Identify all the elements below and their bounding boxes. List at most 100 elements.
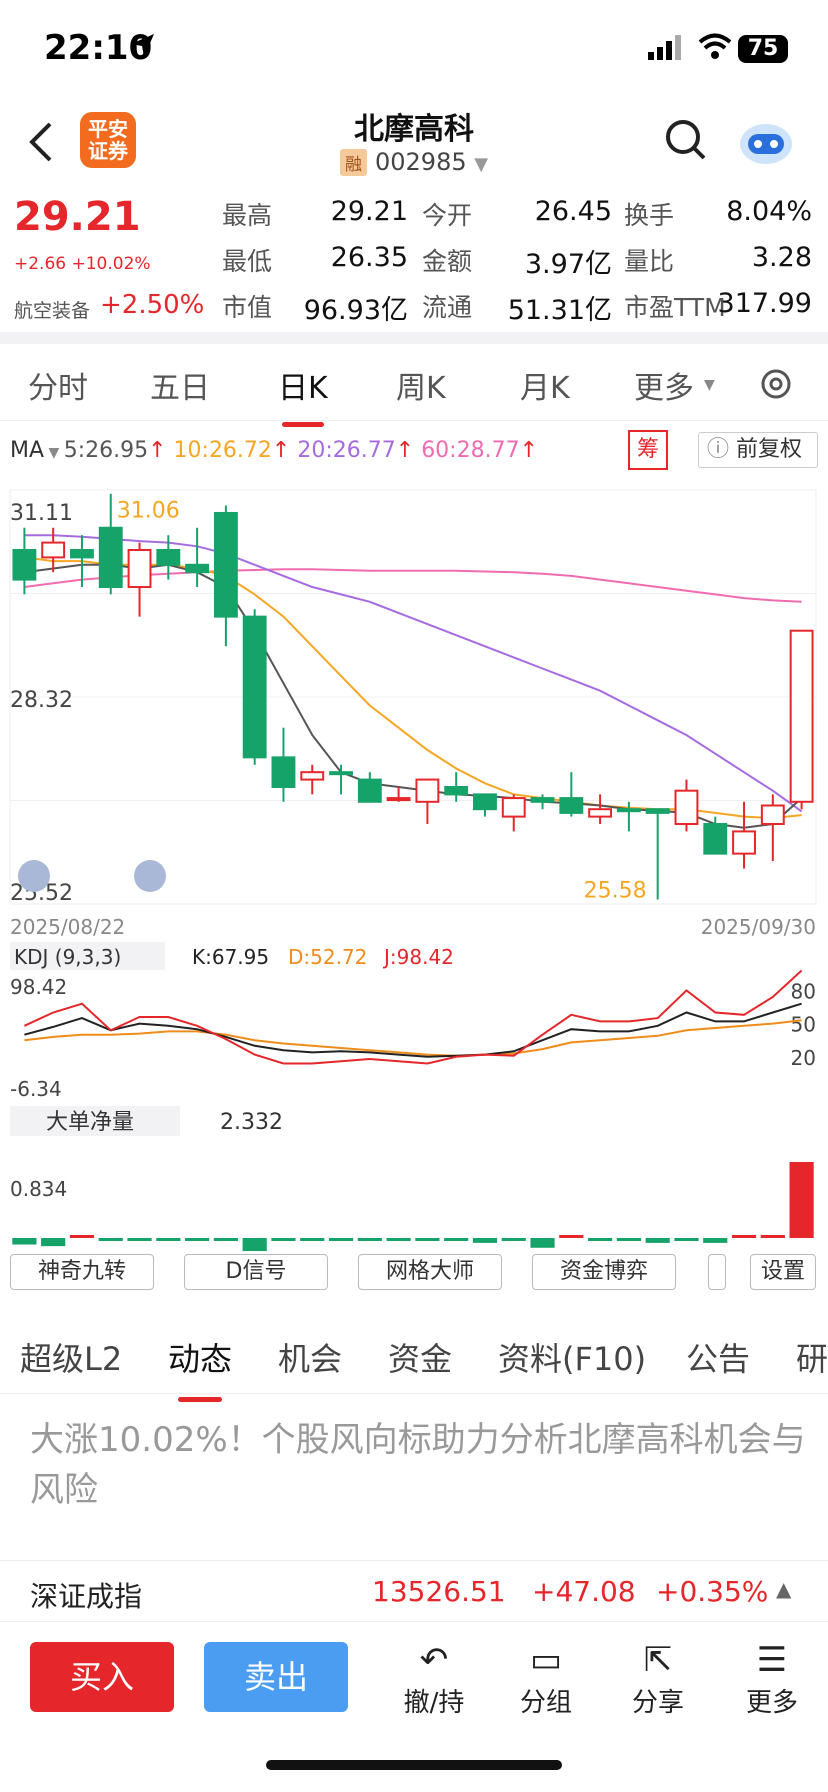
quote-value-7: 51.31亿 [507, 295, 612, 326]
quote-panel: 29.21 +2.66 +10.02% 航空装备 +2.50% 最高 29.21 今… [0, 184, 828, 332]
ma-selector[interactable]: MA [10, 438, 44, 463]
flow-bar [271, 1238, 296, 1241]
tool-button-partial[interactable] [708, 1254, 726, 1290]
stock-code-selector[interactable]: 融 002985 ▼ [340, 148, 488, 176]
flow-bar [386, 1238, 411, 1241]
wifi-icon [698, 33, 732, 59]
sell-button[interactable]: 卖出 [204, 1642, 348, 1712]
tool-button-1[interactable]: D信号 [184, 1254, 328, 1290]
index-name: 深证成指 [30, 1580, 143, 1613]
flow-bar [501, 1238, 526, 1241]
kdj-d: D:52.72 [288, 945, 367, 969]
kdj-20: 20 [791, 1046, 816, 1070]
period-tab-5[interactable]: 更多 [634, 363, 694, 407]
undo-icon: ↶ [419, 1640, 449, 1680]
flow-bar [616, 1238, 641, 1241]
robot-assistant-icon[interactable] [736, 114, 796, 168]
candle [645, 808, 670, 814]
content-tab-5[interactable]: 公告 [686, 1334, 750, 1380]
index-ticker[interactable]: 深证成指 13526.51 +47.08 +0.35% ▲ [0, 1560, 828, 1622]
home-indicator [266, 1760, 562, 1770]
quote-value-4: 3.97亿 [524, 249, 612, 280]
period-tab-4[interactable]: 月K [520, 363, 570, 407]
more-label: 更多 [745, 1688, 798, 1718]
candle [41, 541, 66, 559]
flow-bar [731, 1235, 757, 1238]
candle [127, 548, 152, 589]
period-tab-1[interactable]: 五日 [150, 363, 210, 407]
flow-bar [472, 1238, 498, 1243]
adjust-mode-button[interactable]: ⓘ 前复权 [698, 432, 818, 468]
end-date: 2025/09/30 [701, 915, 816, 939]
kdj-80: 80 [791, 979, 816, 1003]
flow-bar [213, 1238, 238, 1241]
content-tab-4[interactable]: 资料(F10) [498, 1334, 646, 1380]
tool-button-2[interactable]: 网格大师 [358, 1254, 502, 1290]
kdj-50: 50 [791, 1013, 816, 1037]
battery-icon: 75 [738, 35, 788, 63]
flow-axis: 0.834 [10, 1177, 67, 1201]
content-tab-2[interactable]: 机会 [278, 1334, 342, 1380]
period-tabs: 分时 五日 日K 周K 月K 更多 ▼ [0, 345, 828, 427]
ma10-line [24, 556, 802, 820]
buy-button[interactable]: 买入 [30, 1642, 174, 1712]
flow-bar [760, 1235, 785, 1238]
high-label: 31.06 [117, 499, 180, 524]
status-bar: 22:10 75 [0, 0, 828, 100]
kdj-j-line [23, 969, 803, 1065]
quote-value-0: 29.21 [330, 196, 408, 227]
search-icon[interactable] [664, 118, 708, 162]
settings-gear-icon[interactable] [756, 364, 796, 404]
share-button[interactable]: ⇱ 分享 [618, 1638, 698, 1719]
tool-button-4[interactable]: 设置 [750, 1254, 816, 1290]
period-tab-2[interactable]: 日K [278, 363, 328, 427]
chip-distribution-button[interactable]: 筹 [628, 430, 668, 470]
sector-name[interactable]: 航空装备 [14, 296, 90, 323]
candle [12, 548, 37, 581]
content-tab-0[interactable]: 超级L2 [20, 1334, 122, 1380]
share-label: 分享 [631, 1688, 684, 1718]
chevron-up-icon[interactable]: ▲ [776, 1577, 791, 1601]
flow-bar [559, 1235, 584, 1238]
collapse-icon [18, 860, 50, 892]
tool-button-3[interactable]: 资金博弈 [532, 1254, 676, 1290]
group-button[interactable]: ▭ 分组 [506, 1638, 586, 1719]
flow-bar [242, 1238, 267, 1252]
chevron-down-icon: ▼ [474, 154, 489, 175]
price-change: +2.66 +10.02% [14, 254, 151, 274]
content-tab-6[interactable]: 研 [796, 1334, 828, 1380]
candle [674, 789, 699, 826]
flow-bar [127, 1238, 152, 1241]
flow-bar [185, 1238, 210, 1241]
cancel-hold-button[interactable]: ↶ 撤/持 [394, 1638, 474, 1719]
candle [213, 511, 238, 618]
quote-value-2: 8.04% [726, 196, 812, 227]
divider [0, 332, 828, 344]
quote-label-1: 今开 [422, 201, 473, 230]
flow-bar [328, 1238, 354, 1241]
signal-icon [648, 35, 681, 60]
candle [616, 808, 641, 813]
tool-button-0[interactable]: 神奇九转 [10, 1254, 154, 1290]
period-tab-3[interactable]: 周K [396, 363, 446, 407]
more-button[interactable]: ☰ 更多 [732, 1638, 812, 1719]
app-header: 平安 证券 北摩高科 融 002985 ▼ [0, 100, 828, 184]
period-tab-0[interactable]: 分时 [28, 363, 88, 407]
flow-bar [98, 1238, 123, 1241]
news-headline[interactable]: 大涨10.02%！个股风向标助力分析北摩高科机会与风险 [30, 1415, 810, 1515]
content-tab-3[interactable]: 资金 [388, 1334, 452, 1380]
candle [329, 771, 353, 776]
kline-chart[interactable]: 31.1128.3225.5231.0625.582025/08/22 2025/… [0, 480, 828, 1260]
candle [271, 756, 296, 788]
ma5-value: 5:26.95 [63, 438, 149, 463]
kdj-d-line [24, 1019, 802, 1057]
quote-value-8: 317.99 [717, 288, 812, 319]
chevron-down-icon[interactable]: ▼ [704, 377, 715, 393]
content-tab-1[interactable]: 动态 [168, 1334, 232, 1402]
y-mid-label: 28.32 [10, 688, 73, 713]
flow-bar [41, 1238, 66, 1247]
candle [156, 548, 181, 566]
index-pct: +0.35% [656, 1575, 769, 1608]
kdj-label: KDJ (9,3,3) [14, 945, 121, 969]
candle [789, 629, 814, 803]
